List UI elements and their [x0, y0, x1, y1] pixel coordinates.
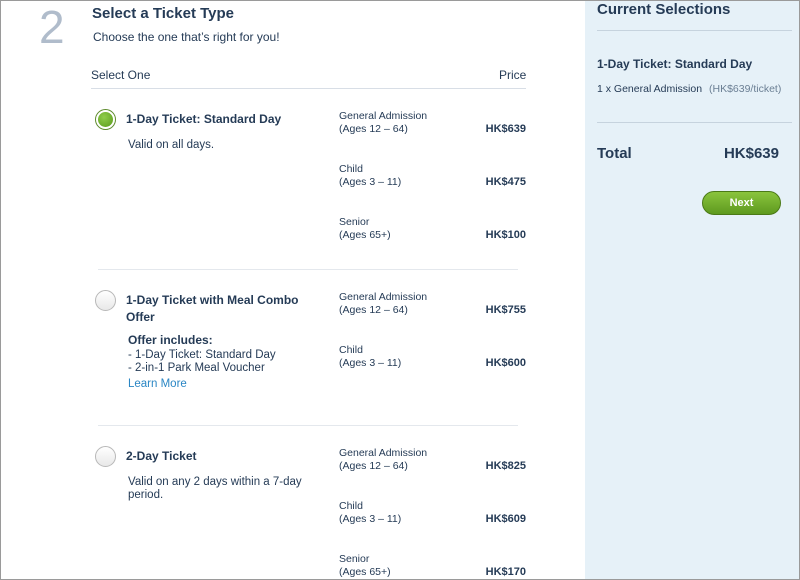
per-ticket-price: (HK$639/ticket): [708, 83, 782, 95]
ticket-description: Valid on any 2 days within a 7-day perio…: [128, 476, 302, 501]
price-row-general: General Admission (Ages 12 – 64) HK$825: [339, 447, 529, 477]
total-value: HK$639: [723, 145, 779, 162]
price-category: General Admission (Ages 12 – 64): [339, 291, 428, 316]
line-item-quantity: 1 x General Admission: [597, 83, 703, 95]
price-category: Senior (Ages 65+): [339, 216, 391, 241]
price-value: HK$100: [485, 229, 526, 241]
ticket-name: 1-Day Ticket: Standard Day: [126, 112, 282, 126]
price-category: Senior (Ages 65+): [339, 553, 391, 578]
price-row-general: General Admission (Ages 12 – 64) HK$755: [339, 291, 529, 321]
price-row-general: General Admission (Ages 12 – 64) HK$639: [339, 110, 529, 140]
next-button[interactable]: Next: [702, 191, 781, 215]
select-one-header: Select One: [91, 68, 151, 82]
ticket-type-panel: 2 Select a Ticket Type Choose the one th…: [1, 1, 585, 579]
price-value: HK$755: [485, 304, 526, 316]
step-subtitle: Choose the one that’s right for you!: [93, 30, 280, 44]
price-value: HK$170: [485, 566, 526, 578]
price-header: Price: [499, 68, 527, 82]
price-value: HK$600: [485, 357, 526, 369]
current-selections-panel: Current Selections 1-Day Ticket: Standar…: [585, 1, 799, 579]
price-row-child: Child (Ages 3 – 11) HK$600: [339, 344, 529, 374]
price-row-child: Child (Ages 3 – 11) HK$609: [339, 500, 529, 530]
offer-item: - 1-Day Ticket: Standard Day: [128, 349, 276, 361]
price-category: General Admission (Ages 12 – 64): [339, 447, 428, 472]
price-value: HK$825: [485, 460, 526, 472]
offer-item: - 2-in-1 Park Meal Voucher: [128, 362, 265, 374]
offer-details: Offer includes: - 1-Day Ticket: Standard…: [128, 334, 318, 391]
price-category: Child (Ages 3 – 11): [339, 500, 402, 525]
ticket-divider: [98, 425, 518, 426]
total-label: Total: [597, 145, 632, 162]
ticket-selection-page: 2 Select a Ticket Type Choose the one th…: [0, 0, 800, 580]
price-row-senior: Senior (Ages 65+) HK$170: [339, 553, 529, 579]
ticket-name: 2-Day Ticket: [126, 449, 197, 463]
price-category: Child (Ages 3 – 11): [339, 344, 402, 369]
price-value: HK$609: [485, 513, 526, 525]
header-divider: [91, 88, 526, 89]
price-category: Child (Ages 3 – 11): [339, 163, 402, 188]
step-number: 2: [39, 1, 65, 53]
price-row-child: Child (Ages 3 – 11) HK$475: [339, 163, 529, 193]
ticket-name: 1-Day Ticket with Meal Combo Offer: [126, 293, 299, 324]
radio-meal-combo[interactable]: [95, 290, 116, 311]
ticket-divider: [98, 269, 518, 270]
selected-ticket-name: 1-Day Ticket: Standard Day: [597, 57, 753, 71]
price-category: General Admission (Ages 12 – 64): [339, 110, 428, 135]
step-title: Select a Ticket Type: [92, 5, 235, 22]
sidebar-divider: [597, 30, 792, 31]
current-selections-title: Current Selections: [597, 1, 731, 18]
learn-more-link[interactable]: Learn More: [128, 378, 187, 391]
radio-standard-day[interactable]: [95, 109, 116, 130]
ticket-description: Valid on all days.: [128, 139, 215, 151]
price-value: HK$639: [485, 123, 526, 135]
sidebar-divider: [597, 122, 792, 123]
price-row-senior: Senior (Ages 65+) HK$100: [339, 216, 529, 246]
offer-title: Offer includes:: [128, 333, 213, 347]
radio-2-day[interactable]: [95, 446, 116, 467]
selected-line-item: 1 x General Admission (HK$639/ticket): [597, 83, 781, 95]
price-value: HK$475: [485, 176, 526, 188]
